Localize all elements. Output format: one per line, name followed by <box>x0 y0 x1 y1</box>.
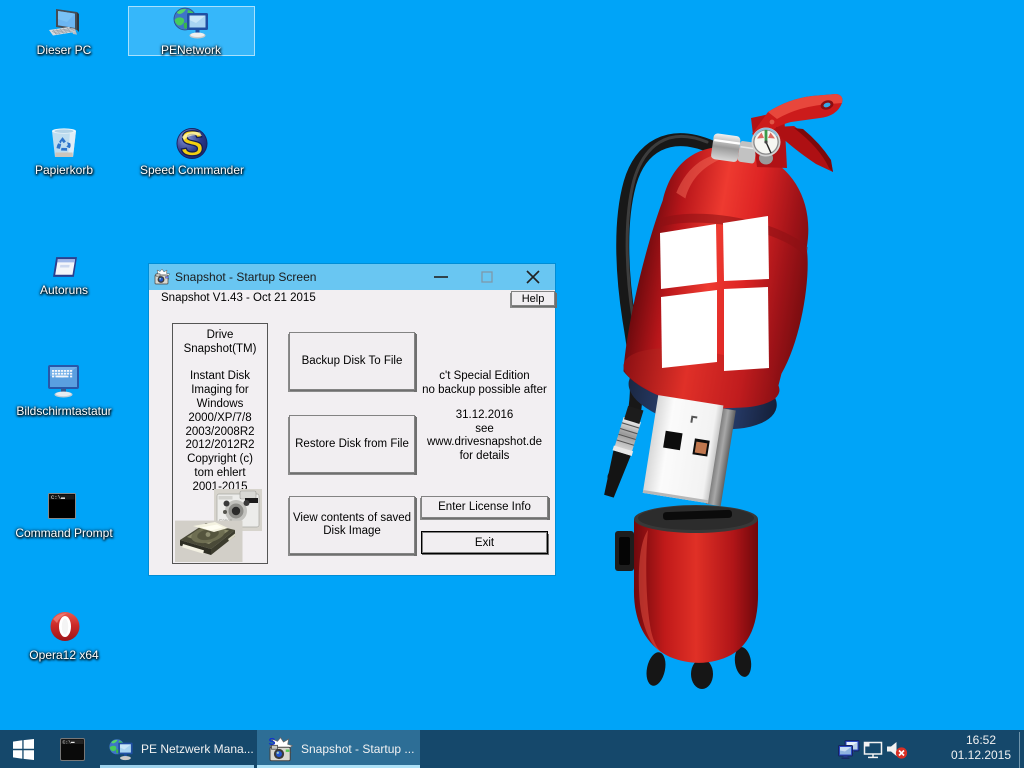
svg-text:C:\: C:\ <box>51 494 61 501</box>
svg-text:C:\: C:\ <box>63 740 72 746</box>
